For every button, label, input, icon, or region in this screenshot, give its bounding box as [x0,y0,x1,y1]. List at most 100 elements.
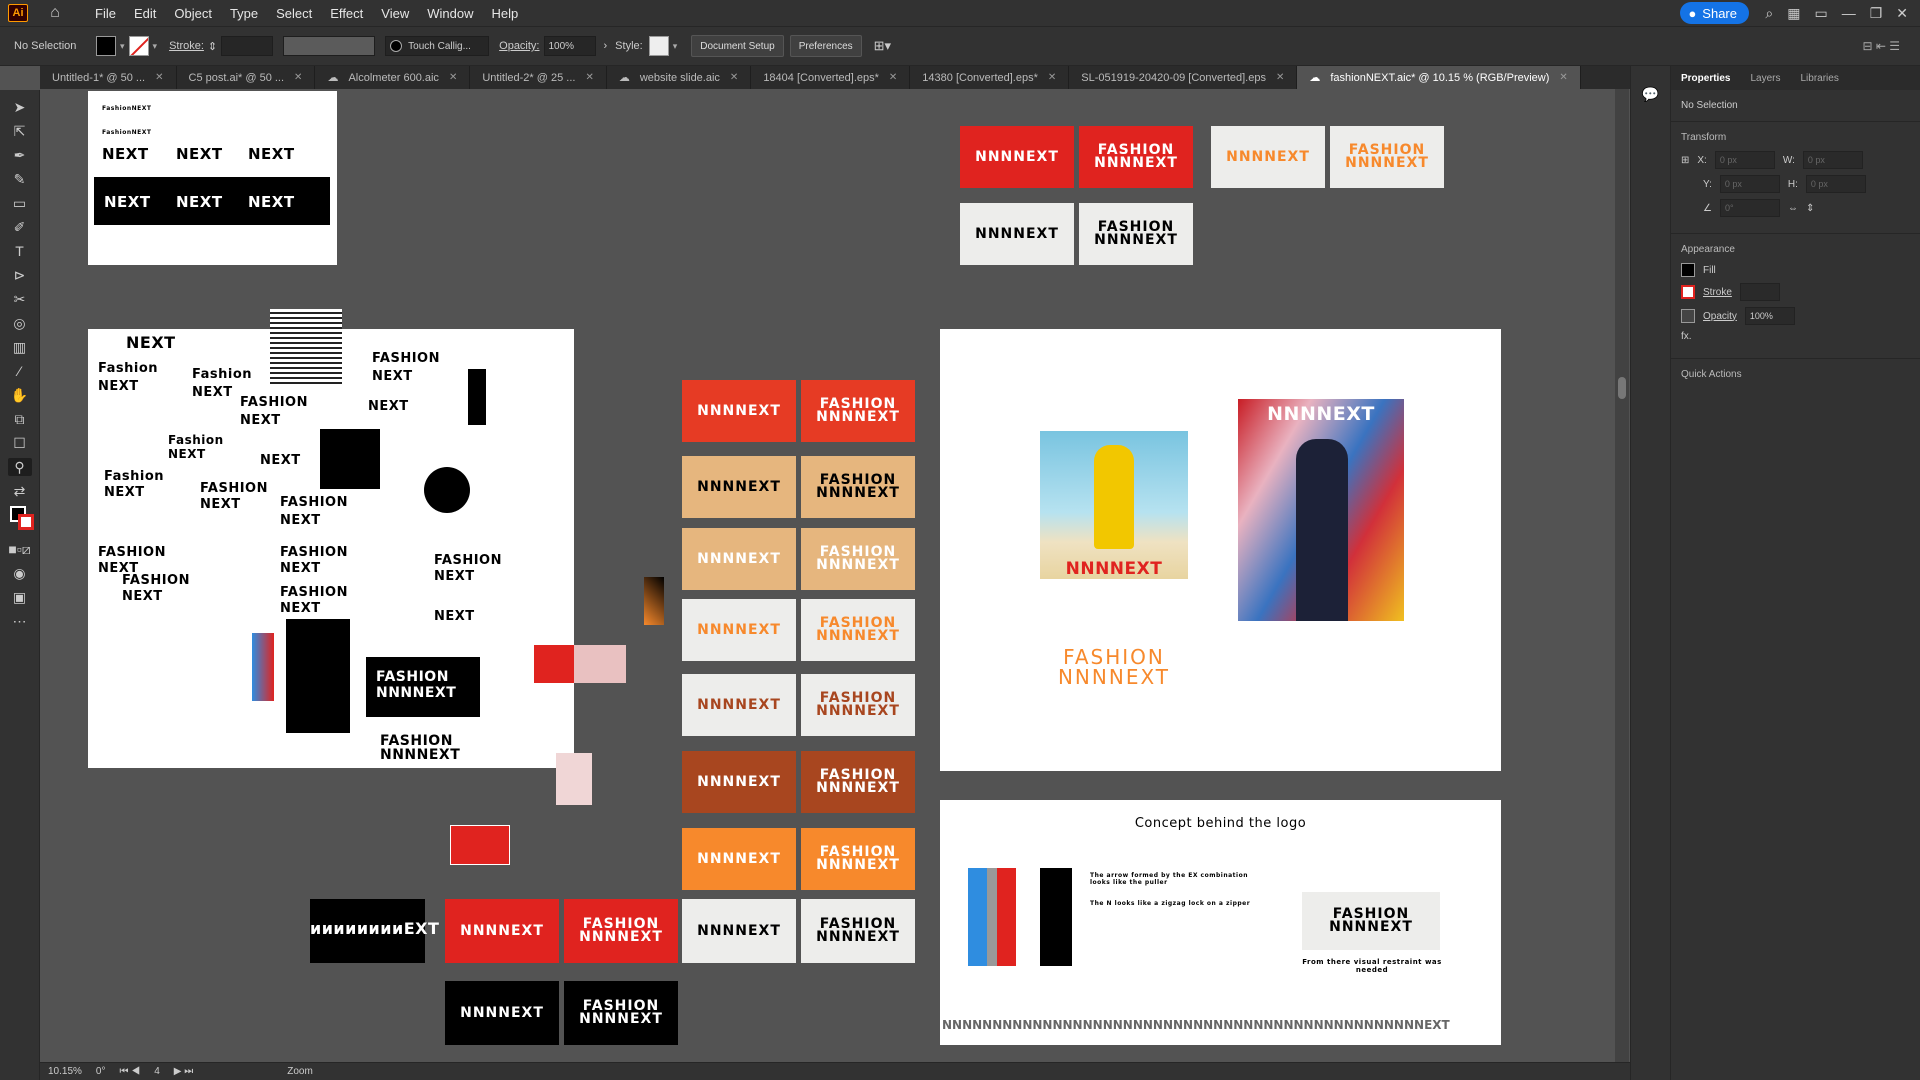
panel-options-icon[interactable]: ⊟ ⇤ ☰ [1862,39,1900,53]
comments-icon[interactable]: 💬 [1641,86,1661,104]
stroke-weight-input[interactable] [1739,283,1780,301]
more-tools-icon[interactable]: ⋯ [8,612,32,630]
close-icon[interactable]: ✕ [585,72,593,83]
default-colors-icon[interactable]: ⇄ [8,482,32,500]
preferences-button[interactable]: Preferences [789,35,862,57]
type-tool-icon[interactable]: T [8,242,32,260]
logo-tile[interactable]: NNNNEXT [682,456,796,518]
share-button[interactable]: ● Share [1680,2,1749,24]
opacity-input[interactable]: 100% [543,36,596,56]
chevron-down-icon[interactable]: ▾ [153,41,158,52]
pink-thumbnail[interactable] [574,645,626,683]
document-setup-button[interactable]: Document Setup [691,35,784,57]
stroke-label[interactable]: Stroke [1703,287,1732,298]
reference-point-icon[interactable]: ⊞ [1681,155,1689,166]
arrange-documents-icon[interactable]: ⊞▾ [874,38,891,54]
artboard-concept[interactable]: Concept behind the logo The arrow formed… [940,800,1501,1045]
style-swatch[interactable] [648,36,669,56]
tab-layers[interactable]: Layers [1740,73,1790,84]
chevron-down-icon[interactable]: ▾ [673,41,678,52]
close-icon[interactable]: ✕ [1896,5,1908,22]
logo-tile[interactable]: FASHION NNNNEXT [801,380,915,442]
card-thumbnail[interactable] [556,753,592,805]
menu-file[interactable]: File [86,6,125,21]
red-thumbnail[interactable] [534,645,574,683]
artboard-tool-icon[interactable]: ⧉ [8,410,32,428]
artboard-number[interactable]: 4 [154,1066,160,1077]
logo-tile[interactable]: FASHION NNNNEXT [801,674,915,736]
workspace-icon[interactable]: ▦ [1787,5,1800,22]
eyedropper-tool-icon[interactable]: ⁄ [8,362,32,380]
logo-tile[interactable]: NNNNEXT [682,674,796,736]
menu-help[interactable]: Help [482,6,527,21]
search-icon[interactable]: ⌕ [1765,5,1773,22]
tab-document[interactable]: SL-051919-20420-09 [Converted].eps ✕ [1069,66,1298,89]
opacity-input[interactable]: 100% [1744,307,1795,325]
logo-tile[interactable]: NNNNEXT [445,981,559,1045]
zip-wordmark-tile[interactable]: ииииииииEXT [310,899,439,963]
stroke-swatch[interactable] [1681,285,1695,299]
tab-document[interactable]: Untitled-2* @ 25 ... ✕ [470,66,607,89]
logo-tile[interactable]: NNNNEXT [682,528,796,590]
angle-input[interactable]: 0° [1719,199,1780,217]
logo-tile[interactable]: NNNNEXT [682,751,796,813]
paintbrush-tool-icon[interactable]: ✐ [8,218,32,236]
hand-tool-icon[interactable]: ☐ [8,434,32,452]
canvas[interactable]: FashionNEXT FashionNEXT NEXT NEXT NEXT N… [40,89,1630,1062]
artboard-nav-icon[interactable]: ▶ ⏭ [174,1066,193,1077]
logo-tile[interactable]: FASHION NNNNEXT [801,899,915,963]
fill-stroke-icon[interactable] [8,506,34,534]
close-icon[interactable]: ✕ [730,72,738,83]
pattern-swatch[interactable] [270,309,342,385]
tab-document[interactable]: ☁ Alcolmeter 600.aic ✕ [315,66,471,89]
fill-swatch[interactable] [96,36,116,56]
logo-tile[interactable]: FASHION NNNNEXT [801,751,915,813]
tab-libraries[interactable]: Libraries [1790,73,1848,84]
logo-tile[interactable]: FASHION NNNNEXT [801,599,915,661]
close-icon[interactable]: ✕ [155,72,163,83]
close-icon[interactable]: ✕ [294,72,302,83]
logo-tile-offwhite-orange-fashion[interactable]: FASHION NNNNEXT [1330,126,1444,188]
fill-swatch[interactable] [1681,263,1695,277]
menu-view[interactable]: View [372,6,418,21]
tab-active-document[interactable]: ☁ fashionNEXT.aic* @ 10.15 % (RGB/Preview… [1297,66,1581,89]
flip-horizontal-icon[interactable]: ⇔ [1788,203,1798,214]
logo-tile[interactable]: NNNNEXT [682,828,796,890]
opacity-label[interactable]: Opacity: [499,40,539,52]
restore-icon[interactable]: ❐ [1870,5,1883,22]
chevron-right-icon[interactable]: › [604,40,608,52]
logo-tile-offwhite-black-fashion[interactable]: FASHION NNNNEXT [1079,203,1193,265]
scrollbar-thumb[interactable] [1618,377,1626,399]
logo-tile[interactable]: NNNNEXT [682,899,796,963]
close-icon[interactable]: ✕ [1559,72,1567,83]
stepper-icon[interactable]: ⇕ [208,40,217,53]
artboard-wordmarks-small[interactable]: FashionNEXT FashionNEXT NEXT NEXT NEXT N… [88,91,337,265]
tab-document[interactable]: 18404 [Converted].eps* ✕ [751,66,911,89]
scissors-tool-icon[interactable]: ✂ [8,290,32,308]
color-mode-icon[interactable]: ■▫⧄ [8,540,32,558]
close-icon[interactable]: ✕ [889,72,897,83]
close-icon[interactable]: ✕ [1048,72,1056,83]
reflect-tool-icon[interactable]: ⊳ [8,266,32,284]
orange-thumbnail[interactable] [644,577,664,625]
h-input[interactable]: 0 px [1805,175,1866,193]
close-icon[interactable]: ✕ [449,72,457,83]
rectangle-tool-icon[interactable]: ▭ [8,194,32,212]
menu-edit[interactable]: Edit [125,6,165,21]
rotation-level[interactable]: 0° [96,1066,106,1077]
menu-window[interactable]: Window [418,6,482,21]
stroke-weight-input[interactable] [221,36,274,56]
tab-properties[interactable]: Properties [1671,73,1740,84]
tab-document[interactable]: Untitled-1* @ 50 ... ✕ [40,66,177,89]
logo-tile[interactable]: NNNNEXT [682,380,796,442]
menu-select[interactable]: Select [267,6,321,21]
tab-document[interactable]: C5 post.ai* @ 50 ... ✕ [177,66,316,89]
variable-width-profile[interactable] [283,36,376,56]
flip-vertical-icon[interactable]: ⇕ [1806,203,1814,214]
red-card-thumbnail[interactable] [450,825,510,865]
logo-tile-offwhite-orange[interactable]: NNNNEXT [1211,126,1325,188]
fx-button[interactable]: fx. [1681,331,1692,342]
zoom-tool-icon[interactable]: ⚲ [7,458,32,476]
puppet-warp-tool-icon[interactable]: ✋ [8,386,32,404]
menu-effect[interactable]: Effect [321,6,372,21]
